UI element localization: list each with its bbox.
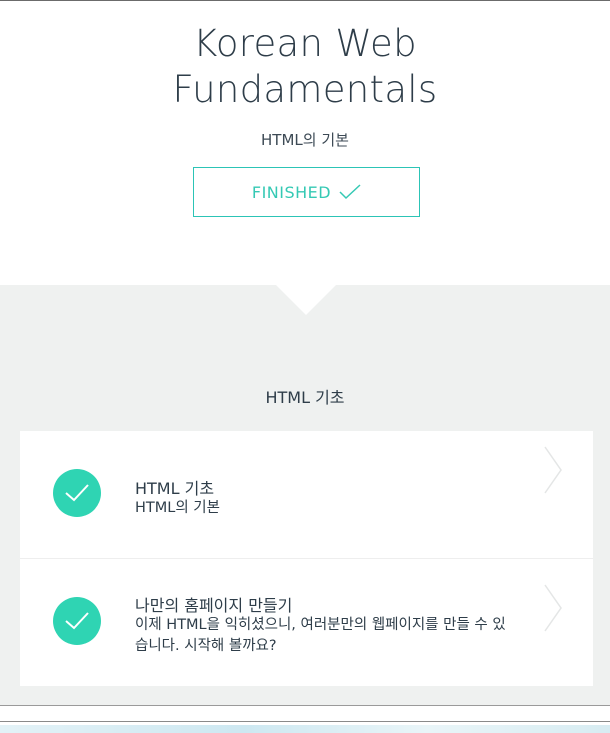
chevron-right-icon — [544, 584, 562, 632]
chevron-right-icon — [544, 446, 562, 494]
course-subtitle: HTML의 기본 — [261, 131, 349, 149]
lesson-description: HTML의 기본 — [135, 500, 220, 516]
taskbar-edge — [0, 725, 610, 733]
check-icon — [339, 184, 361, 200]
lesson-card-2[interactable]: 나만의 홈페이지 만들기 이제 HTML을 익히셨으니, 여러분만의 웹페이지를… — [20, 559, 593, 686]
section-notch — [276, 285, 336, 315]
lesson-title: 나만의 홈페이지 만들기 — [135, 596, 293, 615]
course-title: Korean Web Fundamentals — [0, 21, 610, 113]
bottom-divider — [0, 705, 610, 706]
course-title-line1: Korean Web — [193, 22, 417, 65]
section-title: HTML 기초 — [265, 388, 345, 407]
lesson-card-1[interactable]: HTML 기초 HTML의 기본 — [20, 431, 593, 558]
lesson-description: 이제 HTML을 익히셨으니, 여러분만의 웹페이지를 만들 수 있습니다. 시… — [135, 617, 506, 654]
course-header: Korean Web Fundamentals HTML의 기본 FINISHE… — [0, 1, 610, 285]
finished-button[interactable]: FINISHED — [193, 167, 420, 217]
finished-label: FINISHED — [251, 182, 332, 202]
bottom-divider — [0, 721, 610, 722]
check-circle-icon — [53, 597, 101, 645]
check-circle-icon — [53, 469, 101, 517]
lesson-title: HTML 기초 — [135, 479, 215, 498]
course-title-line2: Fundamentals — [172, 68, 438, 111]
